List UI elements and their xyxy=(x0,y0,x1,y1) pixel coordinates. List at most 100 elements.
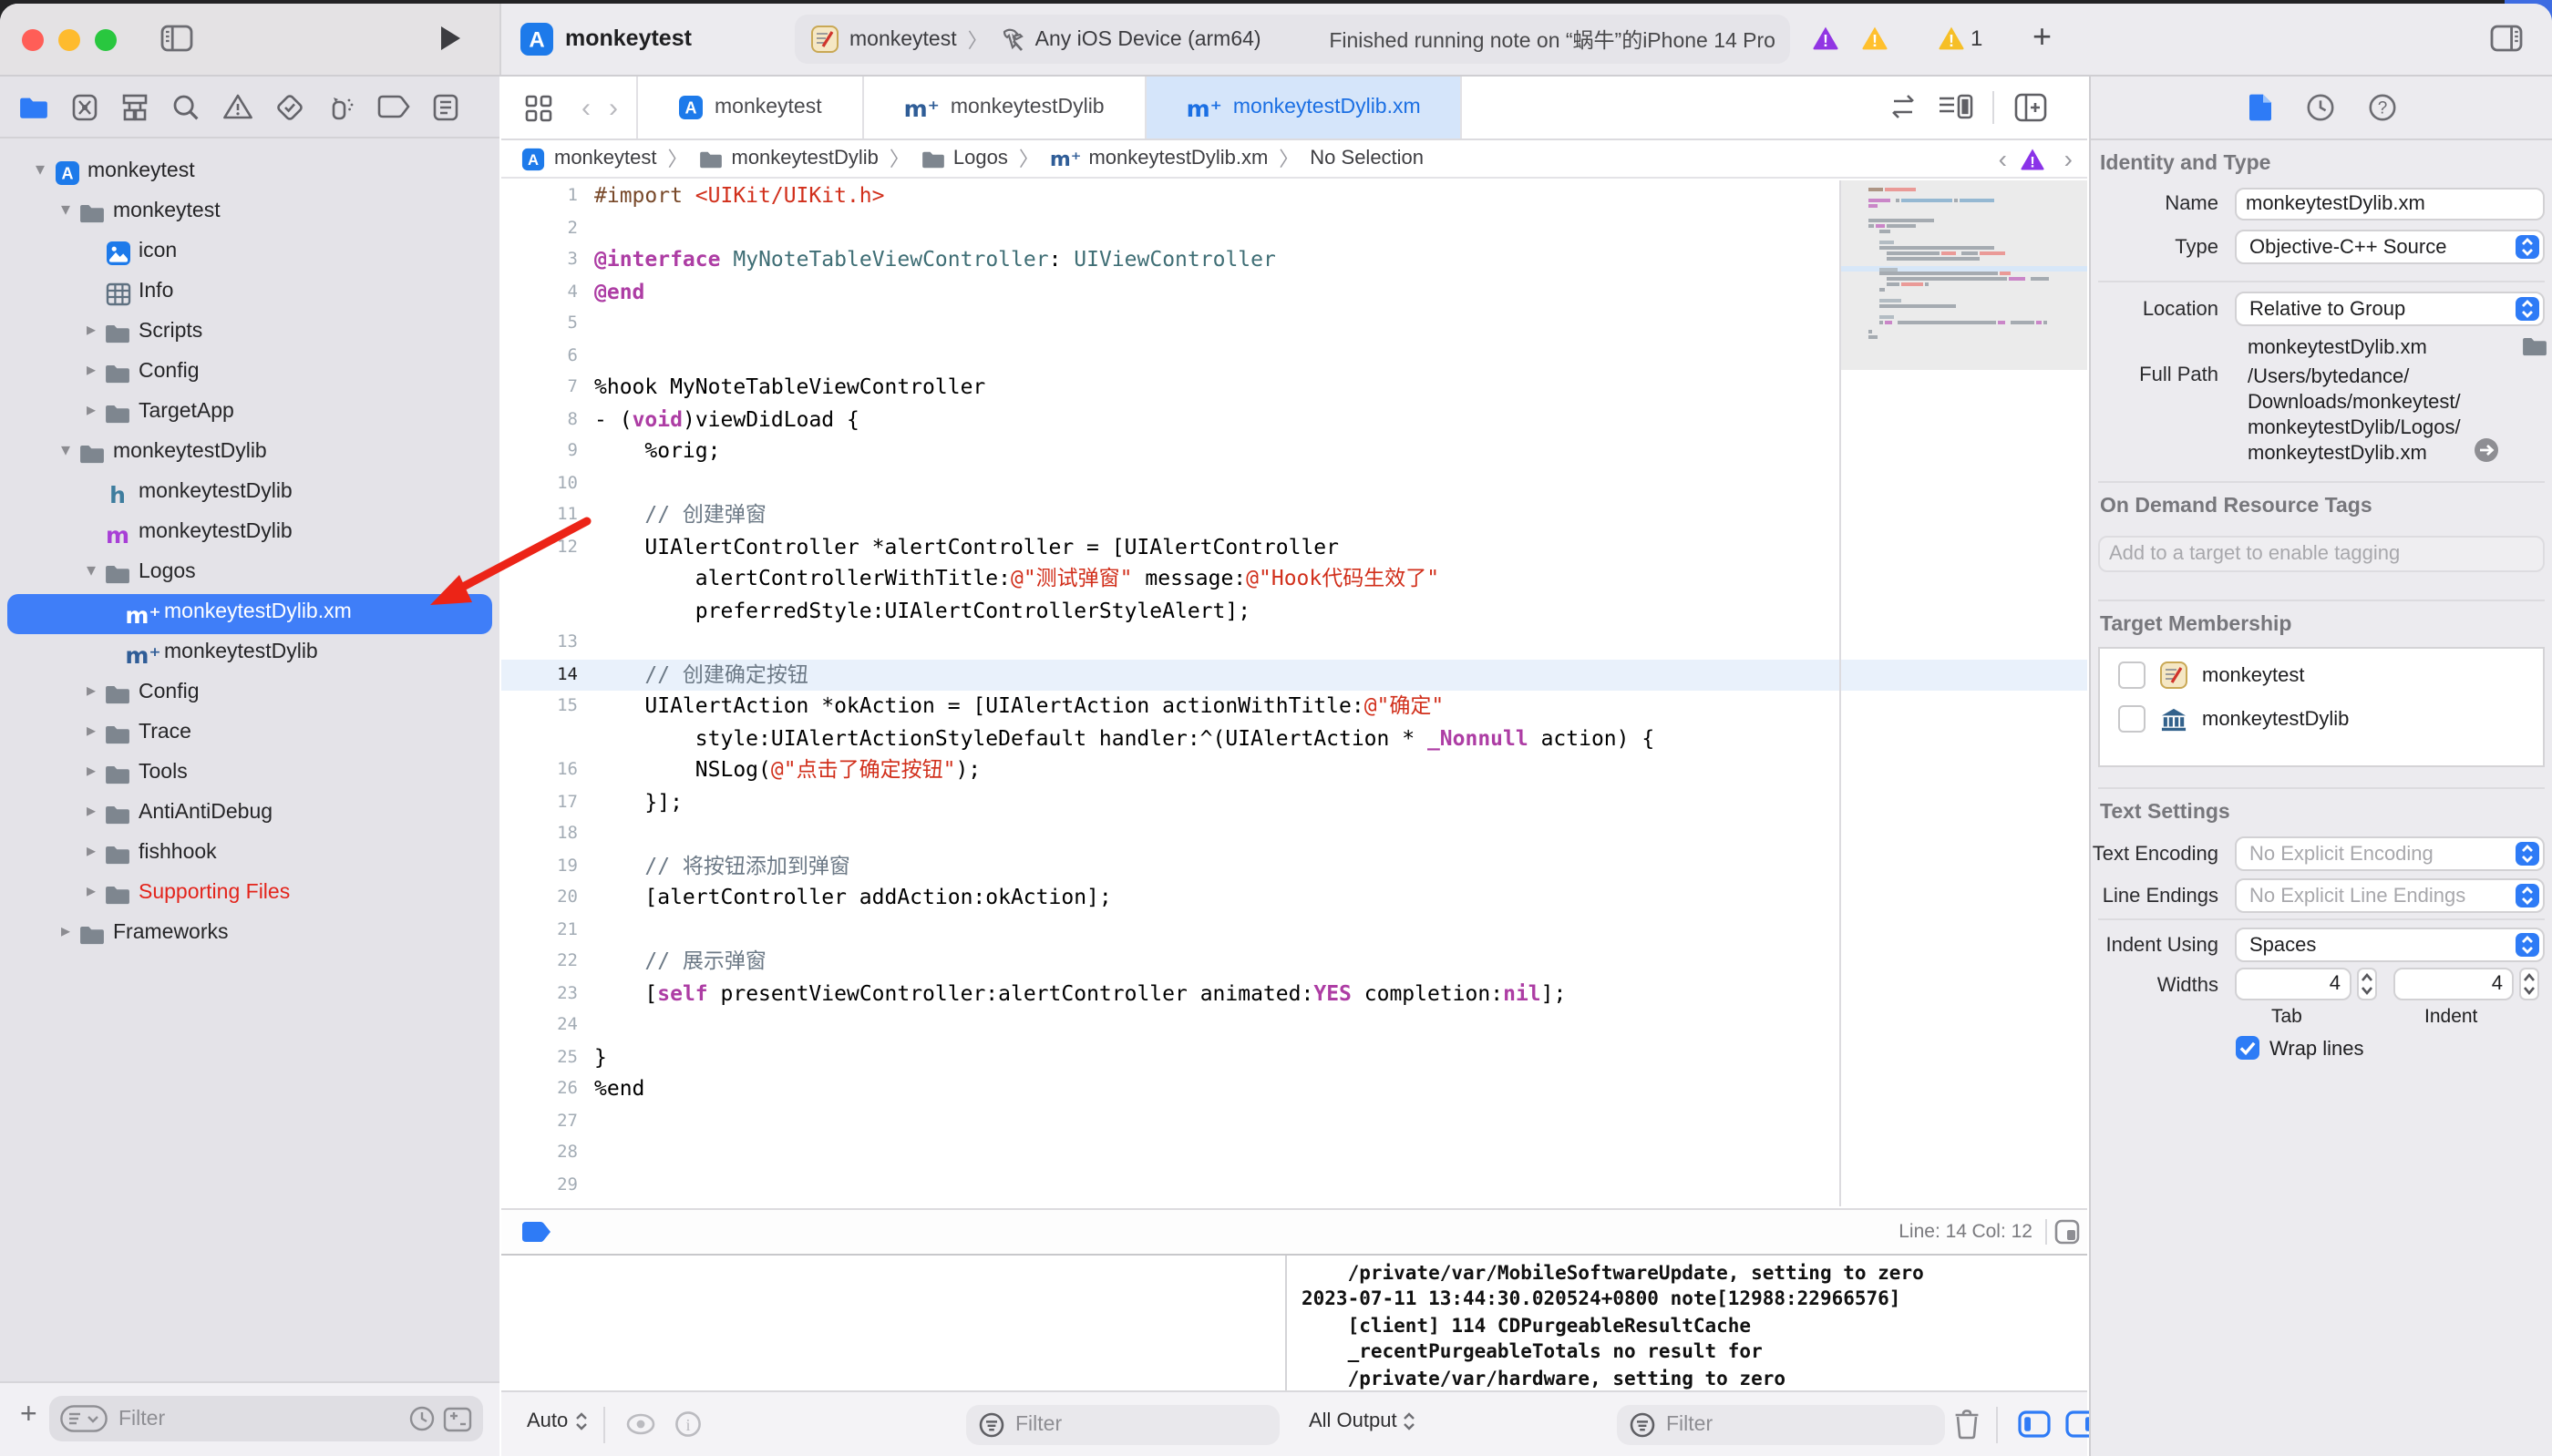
issues-icon[interactable] xyxy=(222,93,253,120)
indent-using-dropdown[interactable]: Spaces xyxy=(2235,928,2545,962)
tree-item-monkeytestdylib-xm[interactable]: m⁺monkeytestDylib.xm xyxy=(0,594,499,634)
breakpoints-toggle-icon[interactable] xyxy=(521,1221,552,1243)
buildtime-warning-icon[interactable]: ! xyxy=(1861,26,1888,51)
line-number[interactable]: 26 xyxy=(501,1073,594,1105)
line-number[interactable]: 18 xyxy=(501,818,594,850)
tree-item-monkeytestdylib[interactable]: mmonkeytestDylib xyxy=(0,514,499,554)
source-control-icon[interactable] xyxy=(71,92,98,121)
target-row-monkeytest[interactable]: monkeytest xyxy=(2118,661,2543,689)
info-icon[interactable]: i xyxy=(674,1410,702,1438)
jumpbar-issue-icon[interactable]: ! xyxy=(2020,148,2045,171)
show-in-finder-folder-icon[interactable] xyxy=(2521,335,2548,357)
open-full-path-arrow-icon[interactable] xyxy=(2474,437,2499,463)
jumpbar-forward-chevron[interactable]: › xyxy=(2064,144,2073,173)
scheme-target-name[interactable]: monkeytest xyxy=(849,28,957,50)
add-editor-icon[interactable] xyxy=(2014,93,2047,122)
line-number[interactable]: 16 xyxy=(501,754,594,786)
line-number[interactable]: 2 xyxy=(501,212,594,244)
new-tab-button[interactable]: + xyxy=(2032,18,2052,56)
variables-scope-dropdown[interactable]: Auto xyxy=(527,1410,588,1432)
line-number[interactable] xyxy=(501,563,594,595)
line-number[interactable]: 10 xyxy=(501,467,594,499)
line-number[interactable]: 20 xyxy=(501,882,594,914)
breadcrumb-selection[interactable]: No Selection xyxy=(1310,148,1424,169)
project-file-tree[interactable]: ▾Amonkeytest▾monkeytesticonInfo▸Scripts▸… xyxy=(0,140,499,1383)
swap-editor-icon[interactable] xyxy=(1887,93,1919,120)
navigator-filter-field[interactable]: Filter xyxy=(49,1396,483,1441)
type-dropdown[interactable]: Objective-C++ Source xyxy=(2235,230,2545,264)
tree-item-logos[interactable]: ▾Logos xyxy=(0,554,499,594)
toggle-right-sidebar-icon[interactable] xyxy=(2490,24,2525,53)
reports-icon[interactable] xyxy=(432,92,459,121)
tab-monkeytest[interactable]: A monkeytest xyxy=(636,77,864,138)
symbols-icon[interactable] xyxy=(120,92,149,121)
tests-icon[interactable] xyxy=(275,92,304,121)
line-number[interactable]: 14 xyxy=(501,659,594,691)
line-number[interactable]: 5 xyxy=(501,308,594,340)
view-memory-eye-icon[interactable] xyxy=(625,1412,656,1436)
line-number[interactable]: 7 xyxy=(501,372,594,404)
odr-tags-field[interactable]: Add to a target to enable tagging xyxy=(2098,536,2545,572)
tree-item-fishhook[interactable]: ▸fishhook xyxy=(0,835,499,875)
editor-options-icon[interactable] xyxy=(1938,93,1974,122)
find-icon[interactable] xyxy=(171,92,201,121)
clear-console-trash-icon[interactable] xyxy=(1954,1409,1980,1440)
tree-item-targetapp[interactable]: ▸TargetApp xyxy=(0,394,499,434)
tab-monkeytestdylib-xm-active[interactable]: m⁺ monkeytestDylib.xm xyxy=(1147,77,1463,138)
line-number[interactable]: 28 xyxy=(501,1137,594,1169)
help-inspector-tab-icon[interactable]: ? xyxy=(2367,93,2396,122)
target-checkbox-unchecked[interactable] xyxy=(2118,661,2146,689)
tree-item-antiantidebug[interactable]: ▸AntiAntiDebug xyxy=(0,795,499,835)
breadcrumb-logos-group[interactable]: Logos xyxy=(953,148,1008,169)
console-filter-field[interactable]: Filter xyxy=(1617,1405,1945,1445)
project-navigator-icon[interactable] xyxy=(18,94,49,119)
line-number[interactable]: 22 xyxy=(501,946,594,978)
target-row-monkeytestdylib[interactable]: monkeytestDylib xyxy=(2118,705,2543,733)
warning-count-badge[interactable]: ! 1 xyxy=(1938,26,1982,51)
history-inspector-tab-icon[interactable] xyxy=(2305,93,2334,122)
line-number[interactable]: 27 xyxy=(501,1105,594,1137)
tree-item-config[interactable]: ▸Config xyxy=(0,674,499,714)
source-control-status-icon[interactable] xyxy=(443,1406,472,1431)
console-output-dropdown[interactable]: All Output xyxy=(1309,1410,1417,1432)
line-number[interactable]: 4 xyxy=(501,276,594,308)
editor-tiles-icon[interactable] xyxy=(501,77,569,138)
tab-monkeytestdylib[interactable]: m⁺ monkeytestDylib xyxy=(864,77,1147,138)
line-number[interactable]: 17 xyxy=(501,786,594,818)
minimap-toggle-icon[interactable] xyxy=(2054,1219,2080,1245)
tree-item-monkeytest[interactable]: ▾Amonkeytest xyxy=(0,153,499,193)
tree-item-frameworks[interactable]: ▸Frameworks xyxy=(0,915,499,955)
line-number[interactable]: 3 xyxy=(501,244,594,276)
breakpoints-icon[interactable] xyxy=(377,95,410,118)
jumpbar-back-chevron[interactable]: ‹ xyxy=(1999,144,2007,173)
line-number[interactable]: 9 xyxy=(501,436,594,467)
location-dropdown[interactable]: Relative to Group xyxy=(2235,292,2545,326)
name-field[interactable]: monkeytestDylib.xm xyxy=(2235,188,2545,220)
run-button[interactable] xyxy=(437,24,463,53)
toggle-variables-view-icon[interactable] xyxy=(2018,1410,2051,1438)
code-minimap[interactable] xyxy=(1841,180,2087,370)
tree-item-trace[interactable]: ▸Trace xyxy=(0,714,499,754)
recent-files-clock-icon[interactable] xyxy=(408,1405,436,1432)
line-number[interactable] xyxy=(501,723,594,754)
line-number[interactable]: 15 xyxy=(501,691,594,723)
line-number[interactable]: 25 xyxy=(501,1041,594,1073)
wrap-lines-checkbox-checked[interactable] xyxy=(2235,1035,2260,1061)
file-inspector-tab-icon[interactable] xyxy=(2247,93,2272,122)
forward-chevron-icon[interactable]: › xyxy=(603,77,636,138)
tree-item-info[interactable]: Info xyxy=(0,273,499,313)
line-number[interactable]: 29 xyxy=(501,1169,594,1201)
line-number[interactable]: 13 xyxy=(501,627,594,659)
scheme-selector[interactable]: monkeytest 〉 Any iOS Device (arm64) Fini… xyxy=(795,15,1790,64)
indent-width-stepper[interactable] xyxy=(2519,968,2539,1000)
line-number[interactable]: 23 xyxy=(501,978,594,1010)
line-number[interactable]: 8 xyxy=(501,404,594,436)
tree-item-scripts[interactable]: ▸Scripts xyxy=(0,313,499,354)
runtime-issue-icon[interactable]: ! xyxy=(1812,26,1839,51)
variables-view[interactable] xyxy=(501,1256,1285,1392)
line-number[interactable]: 21 xyxy=(501,914,594,946)
tree-item-monkeytestdylib[interactable]: hmonkeytestDylib xyxy=(0,474,499,514)
line-endings-dropdown[interactable]: No Explicit Line Endings xyxy=(2235,878,2545,913)
line-number[interactable]: 24 xyxy=(501,1010,594,1041)
toggle-left-sidebar-icon[interactable] xyxy=(160,24,195,53)
